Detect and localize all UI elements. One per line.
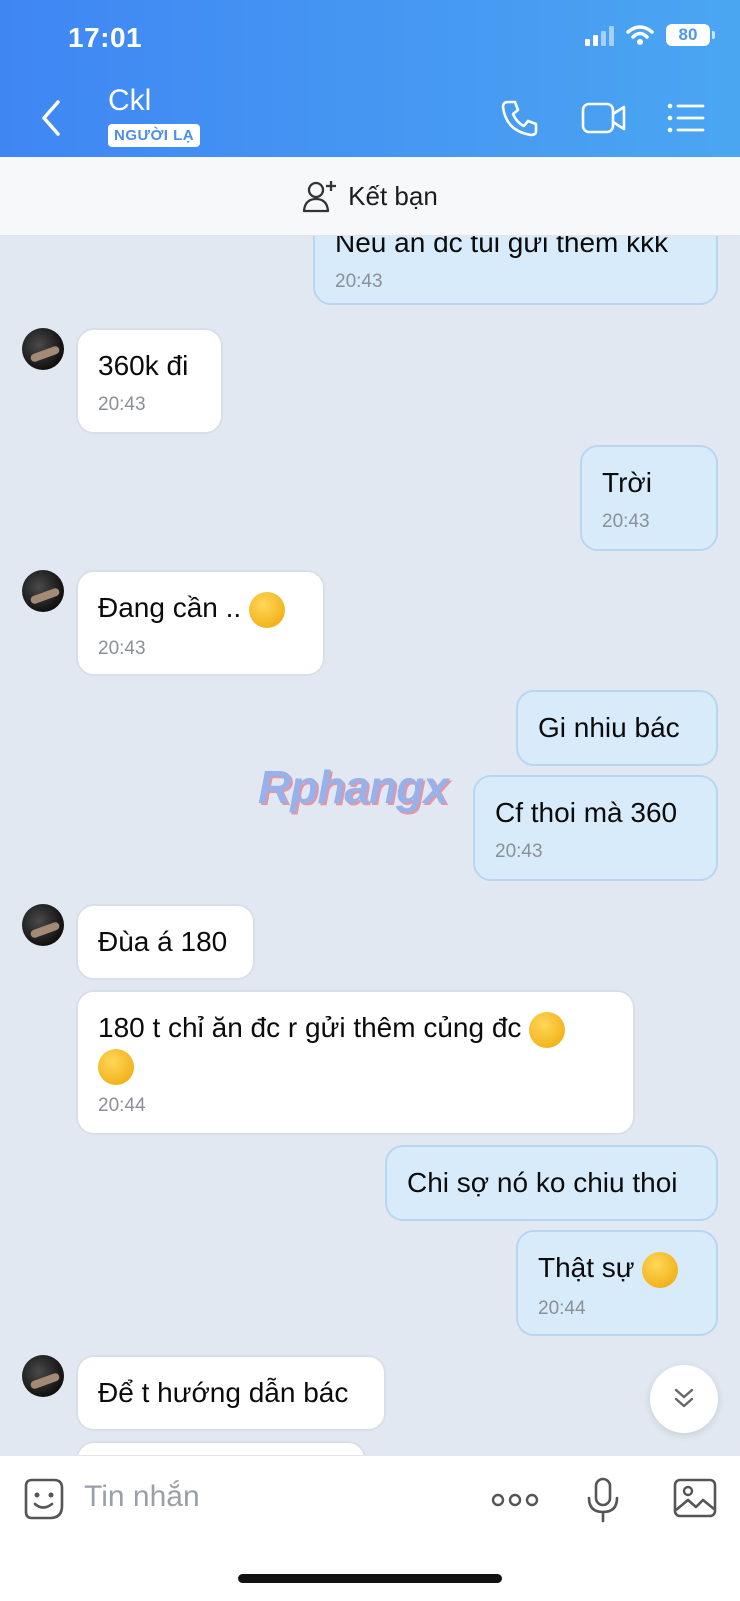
message-bubble-incoming[interactable]: 360k đi 20:43 bbox=[76, 328, 223, 434]
message-time: 20:44 bbox=[98, 1095, 146, 1117]
add-user-icon bbox=[303, 181, 337, 213]
message-text: Thật sự bbox=[538, 1252, 635, 1283]
confused-emoji-icon bbox=[642, 1251, 679, 1288]
more-icon bbox=[491, 1493, 539, 1507]
sticker-icon bbox=[24, 1478, 64, 1520]
avatar[interactable] bbox=[22, 904, 64, 946]
message-time: 20:43 bbox=[602, 511, 650, 532]
wifi-icon bbox=[626, 25, 654, 45]
message-time: 20:43 bbox=[98, 637, 146, 659]
thinking-emoji-icon bbox=[98, 1049, 134, 1086]
message-text-row: 180 t chỉ ăn đc r gửi thêm củng đc bbox=[98, 992, 613, 1086]
avatar[interactable] bbox=[22, 1355, 64, 1397]
more-button[interactable] bbox=[490, 1476, 540, 1524]
scroll-to-bottom-button[interactable] bbox=[650, 1365, 718, 1433]
message-time: 20:43 bbox=[98, 394, 146, 415]
message-text: Chi sợ nó ko chiu thoi bbox=[407, 1167, 678, 1198]
stranger-badge: NGƯỜI LẠ bbox=[108, 124, 201, 147]
contact-name[interactable]: Ckl bbox=[108, 84, 151, 118]
home-indicator bbox=[238, 1574, 502, 1583]
message-input[interactable]: Tin nhắn bbox=[84, 1480, 200, 1514]
thinking-emoji-icon bbox=[529, 1011, 566, 1048]
message-text: Để t hướng dẫn bác bbox=[98, 1377, 349, 1408]
watermark: Rphangx bbox=[258, 761, 449, 813]
message-bubble-outgoing[interactable]: Cf thoi mà 360 20:43 bbox=[473, 775, 718, 881]
message-bubble-outgoing[interactable]: Chi sợ nó ko chiu thoi bbox=[385, 1145, 718, 1221]
message-input-bar: Tin nhắn bbox=[0, 1455, 740, 1601]
message-bubble-outgoing[interactable]: Gi nhiu bác bbox=[516, 690, 718, 766]
status-time: 17:01 bbox=[68, 22, 143, 53]
status-icons: 80 bbox=[585, 24, 715, 46]
message-bubble-incoming[interactable]: Đang cần .. 20:43 bbox=[76, 570, 325, 676]
chat-options-button[interactable] bbox=[666, 98, 706, 138]
image-icon bbox=[673, 1478, 717, 1518]
message-text: Nếu ăn đc tui gửi thêm kkk bbox=[335, 235, 669, 258]
chat-header: 17:01 80 Ckl NGƯỜI LẠ bbox=[0, 0, 740, 157]
message-bubble-outgoing[interactable]: Trời 20:43 bbox=[580, 445, 718, 551]
message-text: Đùa á 180 bbox=[98, 926, 228, 957]
message-text: 360k đi bbox=[98, 350, 189, 381]
message-text: Trời bbox=[602, 467, 652, 498]
voice-call-button[interactable] bbox=[500, 98, 544, 138]
voice-message-button[interactable] bbox=[585, 1476, 621, 1524]
phone-icon bbox=[501, 100, 538, 137]
back-icon bbox=[42, 100, 60, 136]
signal-icon bbox=[585, 24, 614, 46]
message-time: 20:43 bbox=[495, 841, 543, 862]
message-time: 20:43 bbox=[335, 271, 383, 292]
menu-list-icon bbox=[667, 103, 705, 133]
microphone-icon bbox=[587, 1477, 619, 1523]
message-bubble-incoming[interactable] bbox=[76, 1441, 366, 1455]
add-friend-button[interactable]: Kết bạn bbox=[0, 157, 740, 236]
avatar[interactable] bbox=[22, 328, 64, 370]
send-image-button[interactable] bbox=[672, 1476, 718, 1524]
message-text-row: Đang cần .. bbox=[98, 572, 303, 628]
message-list[interactable]: Nếu ăn đc tui gửi thêm kkk 20:43 360k đi… bbox=[0, 235, 740, 1455]
avatar[interactable] bbox=[22, 570, 64, 612]
message-bubble-incoming[interactable]: Để t hướng dẫn bác bbox=[76, 1355, 386, 1431]
message-text-row: Thật sự bbox=[538, 1232, 696, 1288]
battery-icon: 80 bbox=[666, 24, 715, 46]
message-text: 180 t chỉ ăn đc r gửi thêm củng đc bbox=[98, 1012, 522, 1043]
message-bubble-incoming[interactable]: 180 t chỉ ăn đc r gửi thêm củng đc 20:44 bbox=[76, 990, 635, 1135]
message-time: 20:44 bbox=[538, 1297, 586, 1319]
message-text: Cf thoi mà 360 bbox=[495, 797, 678, 828]
back-button[interactable] bbox=[32, 96, 72, 140]
message-text: Đang cần .. bbox=[98, 592, 242, 623]
message-bubble-outgoing[interactable]: Thật sự 20:44 bbox=[516, 1230, 718, 1336]
sticker-button[interactable] bbox=[20, 1476, 68, 1524]
chevron-down-double-icon bbox=[674, 1388, 694, 1408]
add-friend-label: Kết bạn bbox=[348, 180, 438, 211]
kiss-emoji-icon bbox=[248, 591, 285, 628]
message-text: Gi nhiu bác bbox=[538, 712, 680, 743]
message-bubble-incoming[interactable]: Đùa á 180 bbox=[76, 904, 255, 980]
video-call-button[interactable] bbox=[580, 98, 628, 138]
video-icon bbox=[581, 102, 626, 134]
message-bubble-outgoing[interactable]: Nếu ăn đc tui gửi thêm kkk 20:43 bbox=[313, 235, 718, 305]
